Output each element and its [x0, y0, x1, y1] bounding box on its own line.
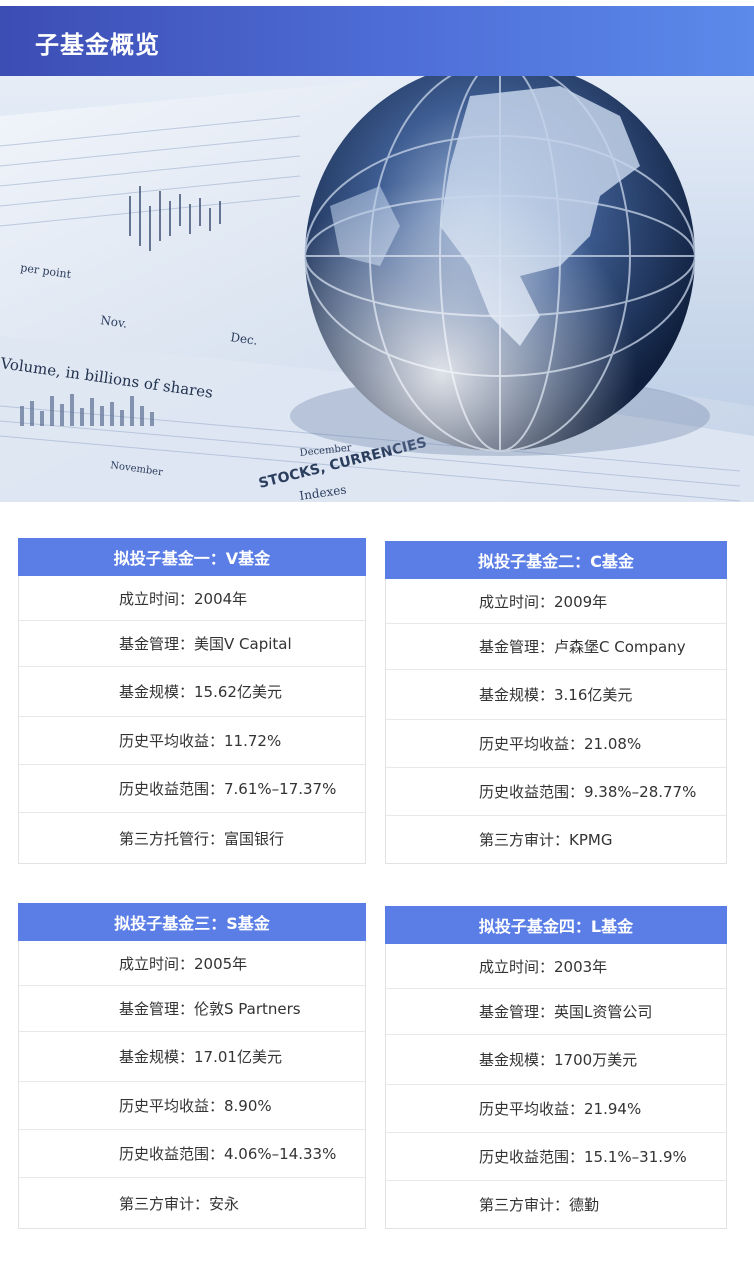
fund-established: 成立时间：2009年 [386, 579, 726, 624]
fund-established: 成立时间：2003年 [386, 944, 726, 989]
fund-card-title: 拟投子基金三：S基金 [18, 903, 366, 941]
fund-manager: 基金管理：美国V Capital [19, 621, 365, 667]
hero-illustration: per point Nov. Dec. Volume, in billions … [0, 76, 754, 502]
fund-avg-return: 历史平均收益：11.72% [19, 717, 365, 765]
fund-manager: 基金管理：卢森堡C Company [386, 624, 726, 670]
page-title: 子基金概览 [35, 31, 160, 59]
fund-card-title: 拟投子基金二：C基金 [385, 541, 727, 579]
hero-image: per point Nov. Dec. Volume, in billions … [0, 76, 754, 502]
fund-third-party: 第三方审计：安永 [119, 1194, 240, 1213]
fund-size: 基金规模：1700万美元 [386, 1035, 726, 1085]
fund-manager: 基金管理：伦敦S Partners [19, 986, 365, 1032]
fund-size: 基金规模：17.01亿美元 [19, 1032, 365, 1082]
fund-manager: 基金管理：英国L资管公司 [386, 989, 726, 1035]
fund-avg-return: 历史平均收益：21.94% [386, 1085, 726, 1133]
fund-return-range: 历史收益范围：9.38%–28.77% [386, 768, 726, 816]
fund-third-party: 第三方审计：德勤 [479, 1196, 600, 1214]
fund-size: 基金规模：15.62亿美元 [19, 667, 365, 717]
fund-card-4: 拟投子基金四：L基金 成立时间：2003年 基金管理：英国L资管公司 基金规模：… [385, 906, 727, 1229]
fund-avg-return: 历史平均收益：8.90% [19, 1082, 365, 1130]
fund-card-1: 拟投子基金一：V基金 成立时间：2004年 基金管理：美国V Capital 基… [18, 538, 366, 864]
fund-card-title: 拟投子基金四：L基金 [385, 906, 727, 944]
fund-return-range: 历史收益范围：15.1%–31.9% [386, 1133, 726, 1181]
fund-size: 基金规模：3.16亿美元 [386, 670, 726, 720]
fund-third-party: 第三方托管行：富国银行 [119, 829, 285, 848]
fund-established: 成立时间：2005年 [19, 941, 365, 986]
fund-return-range: 历史收益范围：4.06%–14.33% [19, 1130, 365, 1178]
fund-third-party: 第三方审计：KPMG [479, 831, 613, 849]
fund-return-range: 历史收益范围：7.61%–17.37% [19, 765, 365, 813]
fund-card-3: 拟投子基金三：S基金 成立时间：2005年 基金管理：伦敦S Partners … [18, 903, 366, 1229]
fund-card-2: 拟投子基金二：C基金 成立时间：2009年 基金管理：卢森堡C Company … [385, 541, 727, 864]
fund-avg-return: 历史平均收益：21.08% [386, 720, 726, 768]
fund-established: 成立时间：2004年 [19, 576, 365, 621]
page-header: 子基金概览 [0, 6, 754, 76]
fund-card-title: 拟投子基金一：V基金 [18, 538, 366, 576]
